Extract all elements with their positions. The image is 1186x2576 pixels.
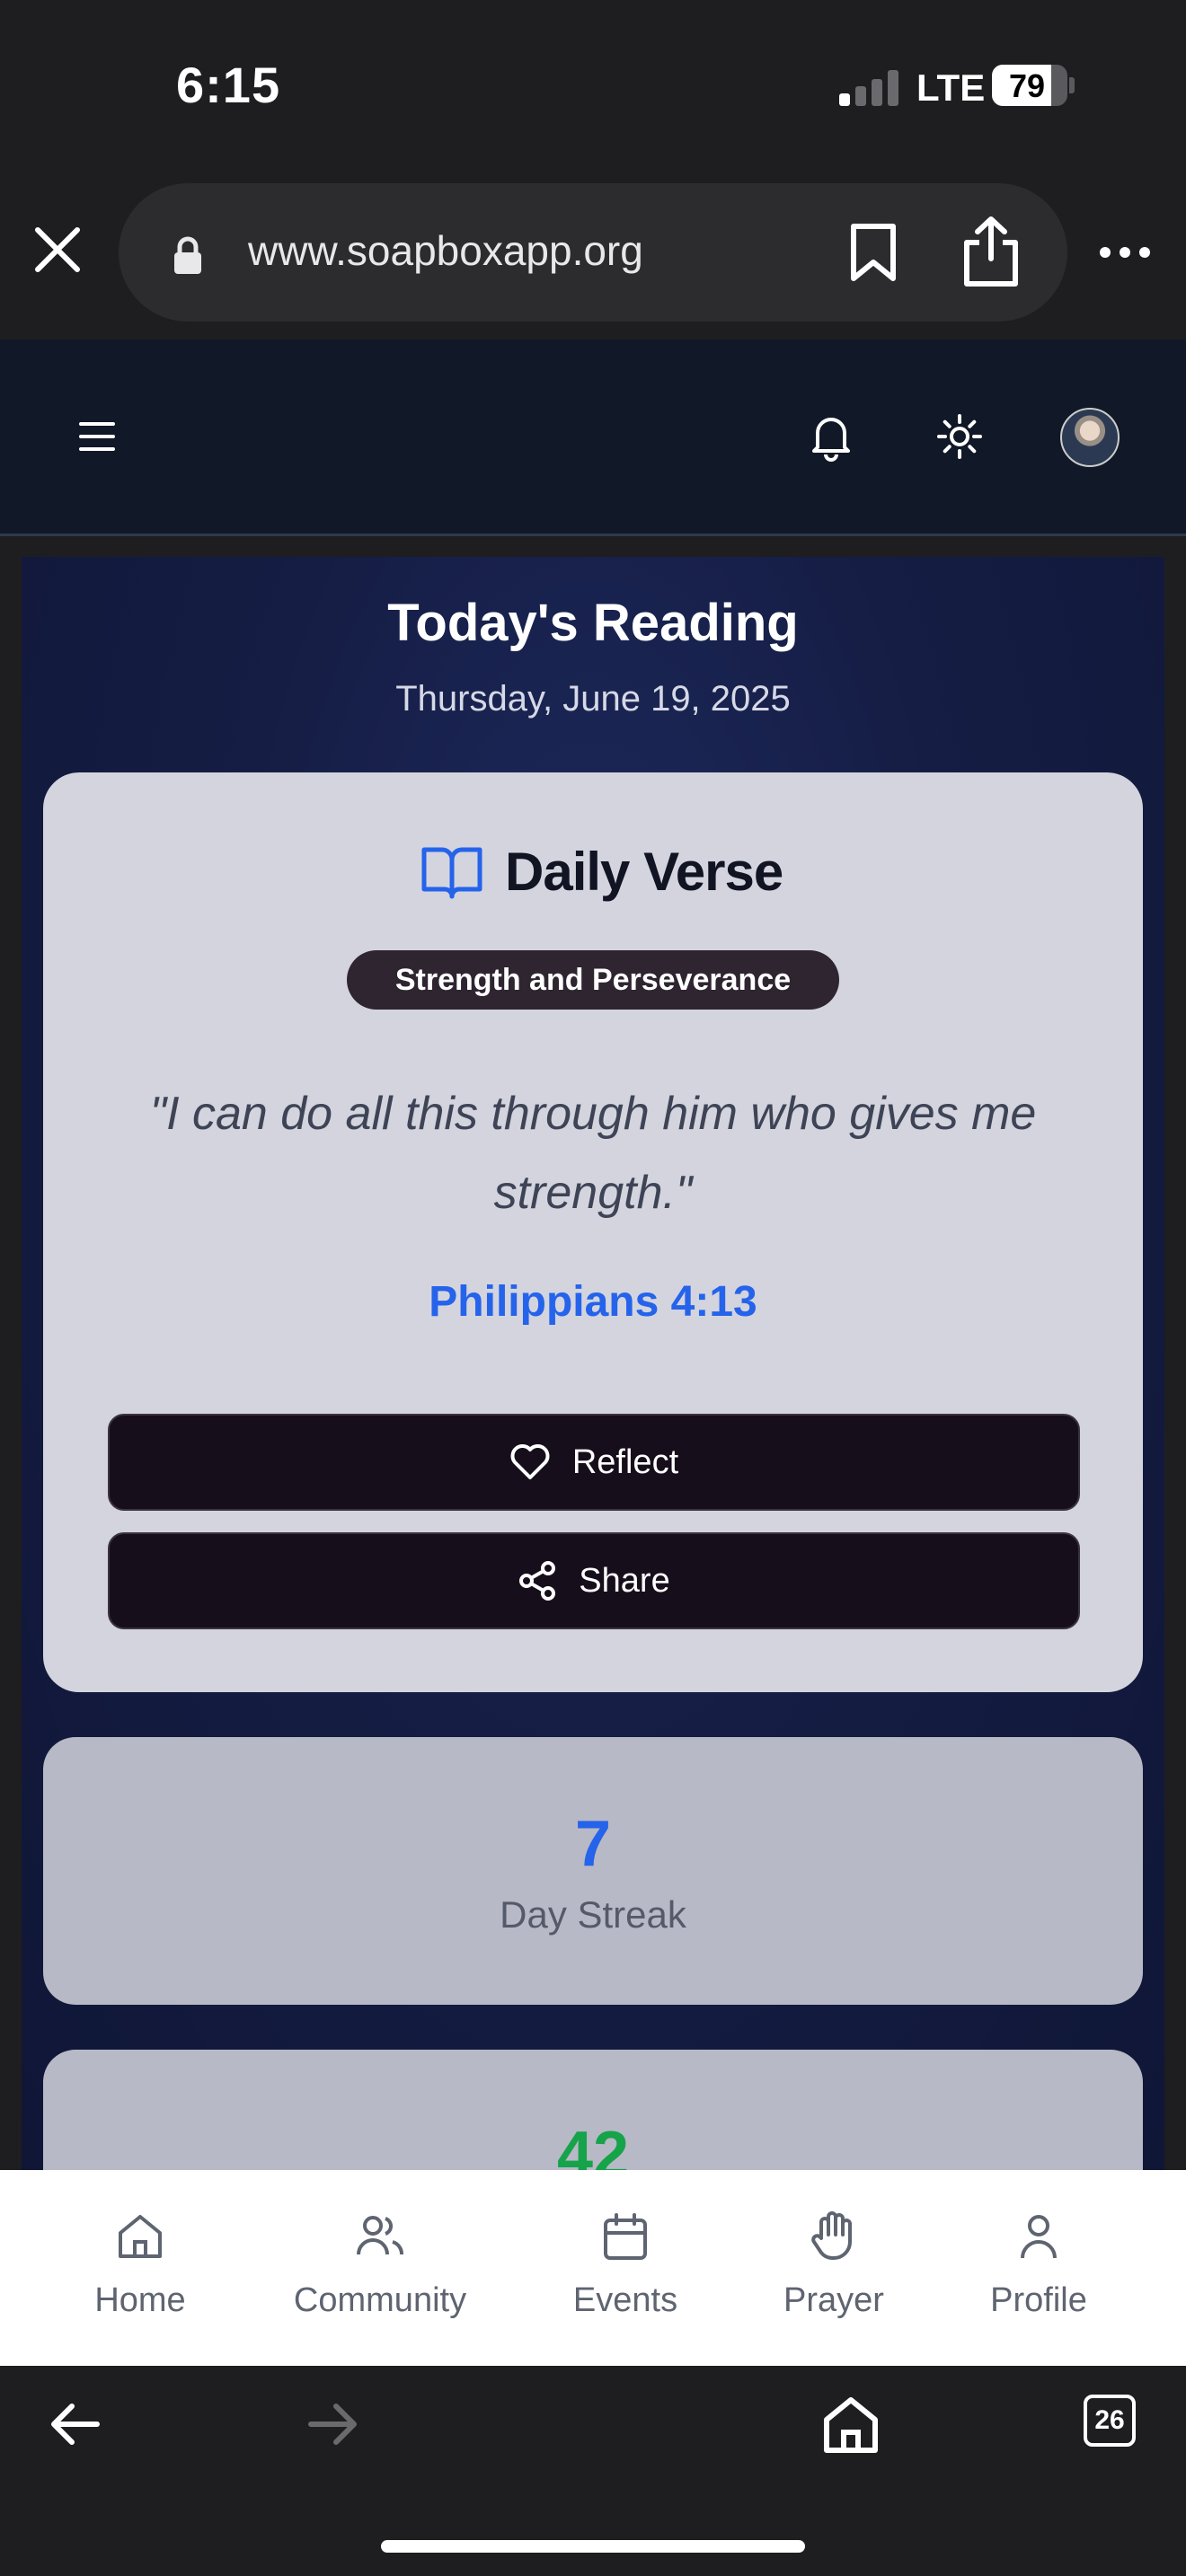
app-header — [0, 340, 1186, 536]
nav-prayer[interactable]: Prayer — [726, 2210, 942, 2335]
forward-arrow-icon[interactable] — [307, 2402, 359, 2447]
bookmark-icon[interactable] — [848, 223, 898, 282]
nav-home[interactable]: Home — [32, 2210, 248, 2335]
status-time: 6:15 — [176, 57, 281, 113]
sun-icon[interactable] — [936, 413, 983, 460]
tabs-button[interactable]: 26 — [1084, 2395, 1136, 2447]
more-icon[interactable] — [1098, 243, 1152, 262]
battery-percent: 79 — [1008, 67, 1046, 104]
share-label: Share — [579, 1561, 670, 1600]
share-icon[interactable] — [961, 216, 1021, 287]
close-icon[interactable] — [32, 225, 83, 275]
nav-events[interactable]: Events — [518, 2210, 733, 2335]
reflect-label: Reflect — [571, 1442, 679, 1481]
streak-label: Day Streak — [500, 1893, 686, 1936]
battery-tip — [1069, 77, 1075, 93]
home-indicator[interactable] — [381, 2540, 805, 2553]
nav-home-label: Home — [94, 2281, 186, 2319]
nav-profile[interactable]: Profile — [931, 2210, 1146, 2335]
lock-icon — [174, 236, 201, 274]
home-icon — [119, 2215, 162, 2258]
network-type: LTE — [916, 66, 986, 109]
nav-profile-label: Profile — [990, 2281, 1087, 2319]
user-icon — [1021, 2215, 1057, 2259]
verse-text: "I can do all this through him who gives… — [149, 1088, 1037, 1219]
topic-badge: Strength and Perseverance — [347, 950, 839, 1010]
users-icon — [357, 2216, 403, 2255]
bell-icon[interactable] — [809, 411, 854, 462]
nav-community[interactable]: Community — [272, 2210, 488, 2335]
back-arrow-icon[interactable] — [49, 2402, 101, 2447]
verse-card-title: Daily Verse — [505, 842, 783, 902]
calendar-icon — [604, 2213, 647, 2260]
home-icon[interactable] — [821, 2395, 881, 2454]
share-nodes-icon — [519, 1561, 556, 1601]
signal-icon — [839, 70, 904, 106]
book-open-icon — [421, 847, 482, 899]
page-title: Today's Reading — [387, 594, 799, 652]
share-button[interactable]: Share — [108, 1532, 1080, 1629]
nav-events-label: Events — [572, 2281, 678, 2319]
page-date: Thursday, June 19, 2025 — [395, 679, 791, 719]
nav-prayer-label: Prayer — [783, 2281, 884, 2319]
menu-icon[interactable] — [77, 419, 117, 454]
battery-icon: 79 — [992, 65, 1067, 106]
reflect-button[interactable]: Reflect — [108, 1414, 1080, 1511]
streak-value: 7 — [574, 1808, 612, 1880]
heart-icon — [510, 1444, 550, 1479]
nav-community-label: Community — [293, 2281, 467, 2319]
hand-icon — [811, 2211, 852, 2260]
verse-reference[interactable]: Philippians 4:13 — [0, 1277, 1186, 1327]
avatar[interactable] — [1060, 408, 1120, 467]
url-text[interactable]: www.soapboxapp.org — [248, 226, 643, 275]
